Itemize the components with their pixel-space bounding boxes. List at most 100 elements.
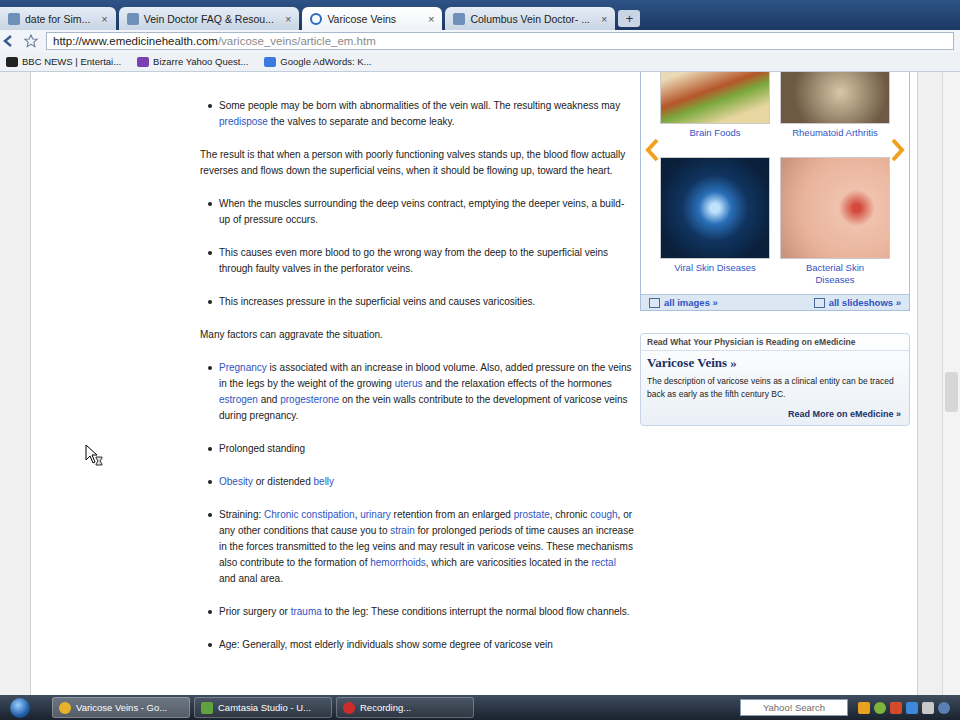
- tray-icon[interactable]: [858, 702, 870, 714]
- article-link[interactable]: prostate: [514, 509, 550, 520]
- slideshow-caption[interactable]: Bacterial Skin Diseases: [790, 262, 880, 286]
- bullet-icon: [208, 300, 212, 304]
- slideshow-panel: Brain Foods Rheumatoid Arthritis Viral S…: [640, 72, 910, 311]
- address-bar[interactable]: http://www.emedicinehealth.com/varicose_…: [46, 32, 954, 50]
- search-field[interactable]: Yahoo! Search: [740, 699, 848, 716]
- slideshow-item[interactable]: Viral Skin Diseases: [660, 157, 770, 286]
- slideshow-caption[interactable]: Rheumatoid Arthritis: [792, 127, 878, 139]
- article-link[interactable]: uterus: [395, 378, 423, 389]
- article-link[interactable]: belly: [314, 476, 335, 487]
- bookmark-favicon-icon: [137, 57, 149, 67]
- scrollbar[interactable]: [942, 72, 960, 695]
- article-link[interactable]: progesterone: [280, 394, 339, 405]
- article-link[interactable]: trauma: [291, 606, 322, 617]
- bookmark-label: Bizarre Yahoo Quest...: [153, 56, 248, 67]
- bullet-text: Pregnancy is associated with an increase…: [219, 360, 635, 424]
- start-button[interactable]: [10, 698, 30, 718]
- bullet-icon: [208, 366, 212, 370]
- left-column: [31, 72, 200, 695]
- physician-box-title[interactable]: Varicose Veins »: [641, 351, 909, 373]
- all-slideshows-link[interactable]: all slideshows »: [814, 297, 901, 308]
- bullet-item: Some people may be born with abnormaliti…: [208, 98, 635, 130]
- bullet-icon: [208, 513, 212, 517]
- close-tab-button[interactable]: ×: [101, 13, 107, 25]
- bullet-text: Prolonged standing: [219, 441, 305, 457]
- slideshow-grid: Brain Foods Rheumatoid Arthritis Viral S…: [641, 72, 909, 294]
- page-viewport: Some people may be born with abnormaliti…: [0, 72, 960, 695]
- close-tab-button[interactable]: ×: [428, 13, 434, 25]
- article-link[interactable]: Obesity: [219, 476, 253, 487]
- tray-icon[interactable]: [922, 702, 934, 714]
- web-page: Some people may be born with abnormaliti…: [30, 72, 918, 695]
- slideshow-image[interactable]: [660, 157, 770, 259]
- article-link[interactable]: estrogen: [219, 394, 258, 405]
- bookmark[interactable]: BBC NEWS | Entertai...: [6, 56, 121, 67]
- bullet-item: This causes even more blood to go the wr…: [208, 245, 635, 277]
- taskbar-item[interactable]: Varicose Veins - Go...: [52, 697, 190, 718]
- slideshow-image[interactable]: [780, 157, 890, 259]
- bullet-icon: [208, 643, 212, 647]
- browser-tab[interactable]: Columbus Vein Doctor- ... ×: [445, 7, 615, 30]
- new-tab-button[interactable]: +: [618, 10, 640, 27]
- article-link[interactable]: cough: [590, 509, 617, 520]
- bookmark-label: Google AdWords: K...: [280, 56, 371, 67]
- slideshow-item[interactable]: Brain Foods: [660, 72, 770, 139]
- all-images-link[interactable]: all images »: [649, 297, 718, 308]
- system-tray: [852, 702, 956, 714]
- article: Some people may be born with abnormaliti…: [200, 72, 635, 695]
- taskbar-item[interactable]: Camtasia Studio - U...: [194, 697, 332, 718]
- sidebar: Brain Foods Rheumatoid Arthritis Viral S…: [640, 72, 910, 695]
- slideshow-item[interactable]: Rheumatoid Arthritis: [780, 72, 890, 139]
- paragraph: The result is that when a person with po…: [200, 147, 635, 179]
- read-more-link[interactable]: Read More on eMedicine »: [641, 407, 909, 421]
- app-icon: [59, 702, 71, 714]
- bookmark-favicon-icon: [264, 57, 276, 67]
- scrollbar-thumb[interactable]: [945, 372, 958, 412]
- article-link[interactable]: predispose: [219, 116, 268, 127]
- mouse-cursor-icon: [85, 444, 103, 466]
- close-tab-button[interactable]: ×: [601, 13, 607, 25]
- back-arrow-icon[interactable]: [2, 34, 16, 48]
- tray-icon[interactable]: [938, 702, 950, 714]
- slideshow-image[interactable]: [660, 72, 770, 124]
- taskbar-item-label: Recording...: [360, 702, 411, 713]
- article-link[interactable]: rectal: [591, 557, 615, 568]
- bullet-icon: [208, 610, 212, 614]
- favicon-icon: [453, 13, 465, 25]
- tab-label: Varicose Veins: [327, 13, 417, 25]
- browser-tab[interactable]: Varicose Veins ×: [302, 7, 442, 30]
- bullet-text: Obesity or distended belly: [219, 474, 334, 490]
- tab-label: Columbus Vein Doctor- ...: [470, 13, 590, 25]
- slideshow-caption[interactable]: Brain Foods: [689, 127, 740, 139]
- next-arrow-icon[interactable]: [891, 138, 905, 162]
- bullet-text: Prior surgery or trauma to the leg: Thes…: [219, 604, 630, 620]
- star-icon[interactable]: [24, 34, 38, 48]
- bullet-text: When the muscles surrounding the deep ve…: [219, 196, 635, 228]
- physician-box-text: The description of varicose veins as a c…: [647, 375, 903, 401]
- bullet-item: When the muscles surrounding the deep ve…: [208, 196, 635, 228]
- bookmark[interactable]: Google AdWords: K...: [264, 56, 371, 67]
- article-link[interactable]: strain: [390, 525, 414, 536]
- tray-icon[interactable]: [906, 702, 918, 714]
- favicon-icon: [127, 13, 139, 25]
- tray-icon[interactable]: [890, 702, 902, 714]
- bookmark[interactable]: Bizarre Yahoo Quest...: [137, 56, 248, 67]
- previous-arrow-icon[interactable]: [645, 138, 659, 162]
- tray-icon[interactable]: [874, 702, 886, 714]
- article-link[interactable]: Chronic constipation: [264, 509, 355, 520]
- bullet-text: This causes even more blood to go the wr…: [219, 245, 635, 277]
- browser-tab[interactable]: date for Sim... ×: [0, 7, 116, 30]
- slideshow-item[interactable]: Bacterial Skin Diseases: [780, 157, 890, 286]
- article-link[interactable]: urinary: [360, 509, 391, 520]
- taskbar: Varicose Veins - Go... Camtasia Studio -…: [0, 695, 960, 720]
- slideshow-image[interactable]: [780, 72, 890, 124]
- bullet-item: Pregnancy is associated with an increase…: [208, 360, 635, 424]
- article-link[interactable]: hemorrhoids: [370, 557, 426, 568]
- slideshow-caption[interactable]: Viral Skin Diseases: [674, 262, 756, 274]
- article-link[interactable]: Pregnancy: [219, 362, 267, 373]
- browser-tab[interactable]: Vein Doctor FAQ & Resou... ×: [119, 7, 300, 30]
- paragraph: Many factors can aggravate the situation…: [200, 327, 635, 343]
- close-tab-button[interactable]: ×: [285, 13, 291, 25]
- images-icon: [649, 298, 660, 308]
- taskbar-item[interactable]: Recording...: [336, 697, 474, 718]
